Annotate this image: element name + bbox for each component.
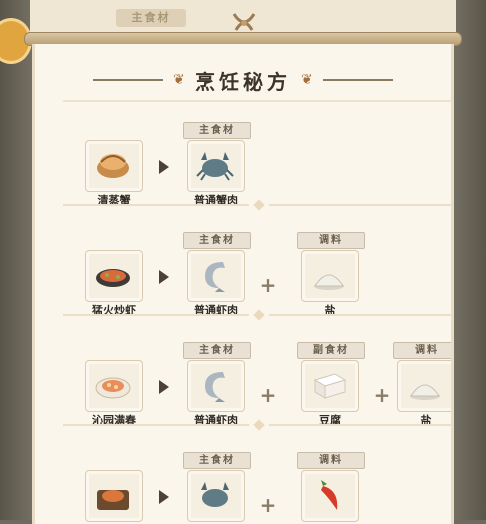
main-ingredient-slot[interactable]: 主食材 普通蟹肉	[183, 122, 251, 207]
seasoning-tag: 调料	[393, 342, 451, 359]
spring-dish-icon	[95, 377, 131, 399]
plus-icon: +	[373, 383, 391, 407]
arrow-right-icon	[159, 160, 169, 174]
roasted-crab-dish-icon	[97, 490, 129, 510]
tofu-icon	[313, 373, 347, 399]
arrow-right-icon	[159, 270, 169, 284]
ornament-icon: ❦	[301, 72, 313, 88]
seasoning-slot[interactable]: 调料 盐	[297, 232, 365, 317]
crab-icon	[196, 152, 234, 181]
seasoning-tag: 调料	[297, 452, 365, 469]
crab-icon	[201, 482, 229, 507]
scroll-knot-icon	[232, 13, 256, 31]
shrimp-icon	[205, 262, 225, 292]
steamed-crab-icon	[97, 154, 129, 178]
plus-icon: +	[259, 273, 277, 297]
recipe-row: 沁园满春 主食材 普通虾肉 + 副食材 豆腐 + 调料 盐	[63, 322, 451, 432]
chili-icon	[321, 480, 338, 510]
recipe-row: 主食材 + 调料	[63, 432, 451, 524]
background-tag: 主食材	[116, 9, 186, 27]
dish-slot[interactable]: 猛火炒虾	[85, 250, 143, 317]
dish-slot[interactable]: 沁园满春	[85, 360, 143, 427]
arrow-right-icon	[159, 490, 169, 504]
row-divider	[63, 418, 451, 432]
shrimp-icon	[205, 372, 225, 402]
side-ingredient-slot[interactable]: 副食材 豆腐	[297, 342, 365, 427]
plus-icon: +	[259, 383, 277, 407]
page-title: 烹饪秘方	[195, 69, 291, 94]
recipe-list[interactable]: 清蒸蟹 主食材 普通蟹肉 猛火炒虾 主食材 普通虾肉 + 调料 盐 沁园满春 主…	[63, 100, 451, 524]
fried-shrimp-icon	[96, 269, 130, 287]
main-ingredient-tag: 主食材	[183, 452, 251, 469]
side-ingredient-tag: 副食材	[297, 342, 365, 359]
main-ingredient-tag: 主食材	[183, 232, 251, 249]
main-ingredient-slot[interactable]: 主食材 普通虾肉	[183, 342, 251, 427]
main-ingredient-tag: 主食材	[183, 122, 251, 139]
ornament-icon: ❦	[173, 72, 185, 88]
seasoning-tag: 调料	[297, 232, 365, 249]
seasoning-slot[interactable]: 调料	[297, 452, 365, 522]
dish-slot[interactable]: 清蒸蟹	[85, 140, 143, 207]
salt-icon	[314, 274, 344, 290]
arrow-right-icon	[159, 380, 169, 394]
seasoning-slot[interactable]: 调料 盐	[393, 342, 451, 427]
recipe-row: 猛火炒虾 主食材 普通虾肉 + 调料 盐	[63, 212, 451, 322]
salt-icon	[410, 384, 440, 400]
recipe-row: 清蒸蟹 主食材 普通蟹肉	[63, 102, 451, 212]
row-divider	[63, 308, 451, 322]
row-divider	[63, 198, 451, 212]
plus-icon: +	[259, 493, 277, 517]
title-divider-right	[323, 79, 393, 81]
dish-slot[interactable]	[85, 470, 143, 522]
recipe-scroll-paper: ❦ 烹饪秘方 ❦ 清蒸蟹 主食材 普通蟹肉 猛火炒虾 主食材 普通虾肉 + 调料…	[32, 44, 454, 524]
main-ingredient-slot[interactable]: 主食材	[183, 452, 251, 522]
title-row: ❦ 烹饪秘方 ❦	[35, 66, 451, 94]
title-divider-left	[93, 79, 163, 81]
main-ingredient-slot[interactable]: 主食材 普通虾肉	[183, 232, 251, 317]
main-ingredient-tag: 主食材	[183, 342, 251, 359]
